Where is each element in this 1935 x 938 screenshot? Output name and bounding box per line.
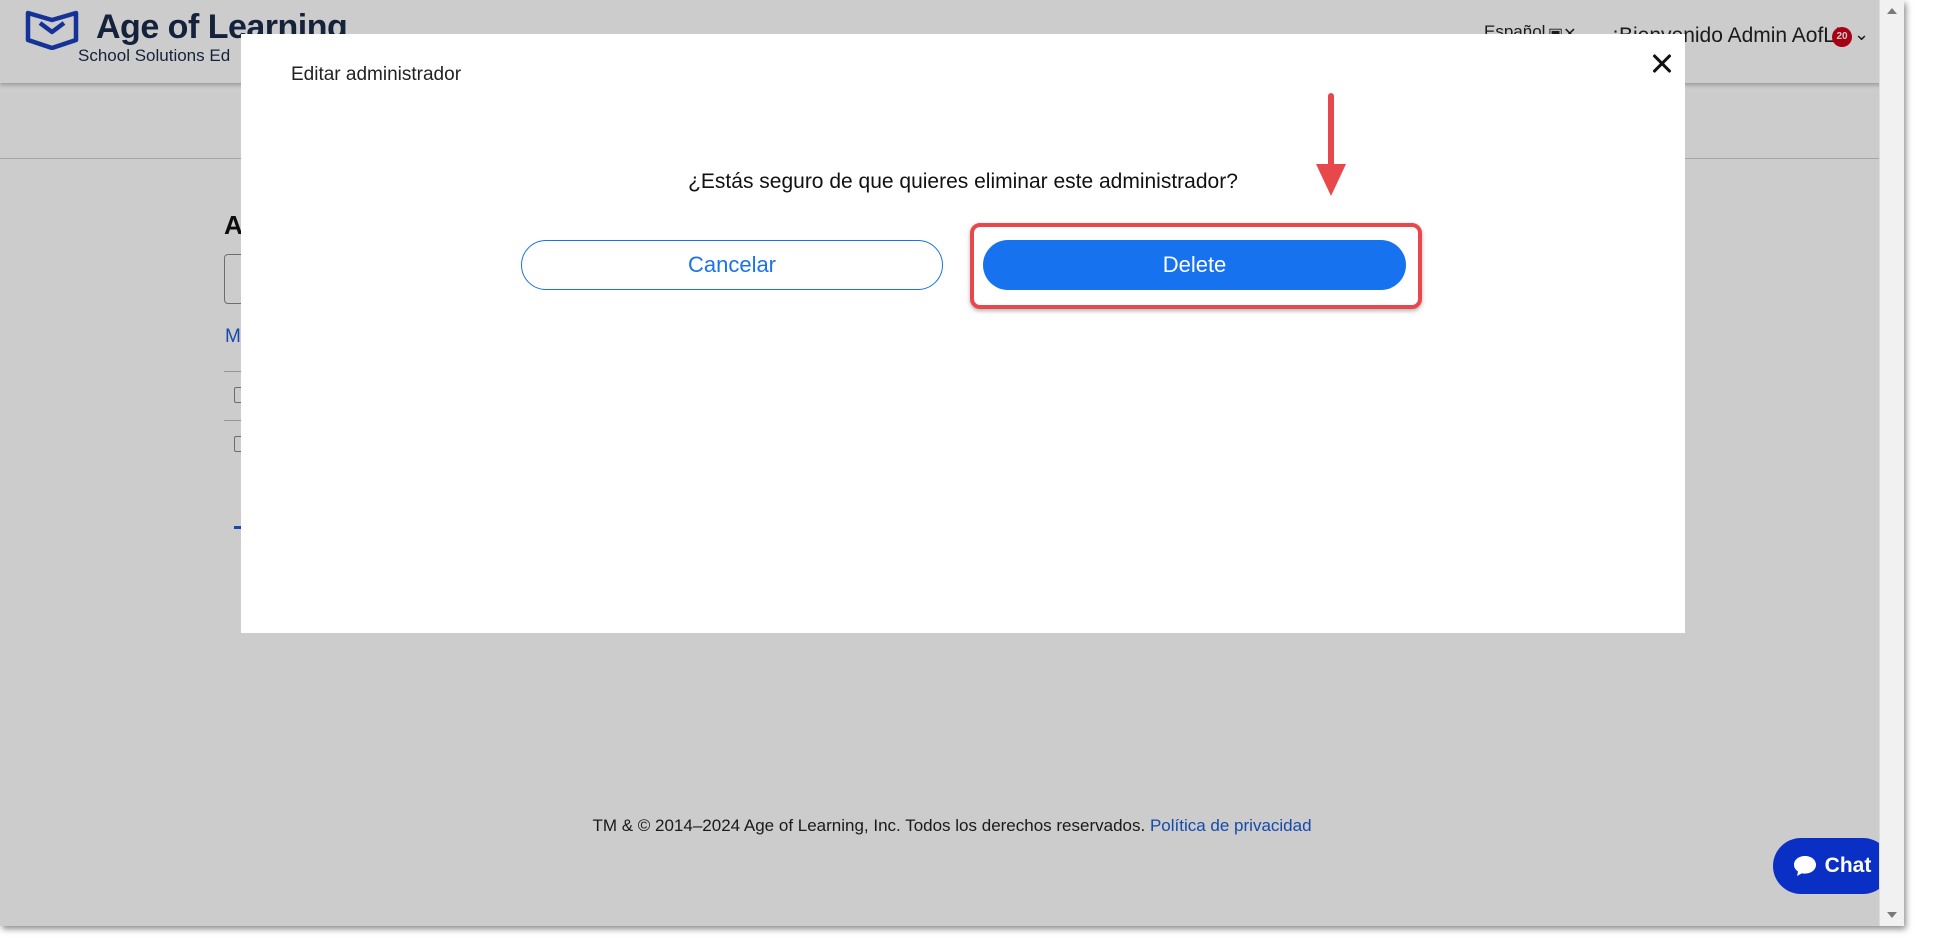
- browser-viewport: Age of Learning School Solutions Ed Espa…: [0, 0, 1904, 926]
- modal-title: Editar administrador: [291, 64, 462, 85]
- edit-admin-modal: Editar administrador ¿Estás seguro de qu…: [241, 34, 1685, 633]
- scroll-up-icon[interactable]: [1887, 8, 1897, 14]
- scroll-down-icon[interactable]: [1887, 912, 1897, 918]
- chat-button[interactable]: Chat: [1773, 838, 1891, 894]
- close-icon[interactable]: [1645, 46, 1681, 82]
- delete-highlight-box: [970, 223, 1422, 309]
- speech-bubble-icon: [1793, 856, 1816, 876]
- vertical-scrollbar[interactable]: [1879, 0, 1904, 926]
- annotation-arrow-icon: [1316, 93, 1346, 196]
- cancel-button[interactable]: Cancelar: [521, 240, 943, 290]
- chat-label: Chat: [1824, 854, 1872, 877]
- delete-confirmation-question: ¿Estás seguro de que quieres eliminar es…: [688, 170, 1238, 193]
